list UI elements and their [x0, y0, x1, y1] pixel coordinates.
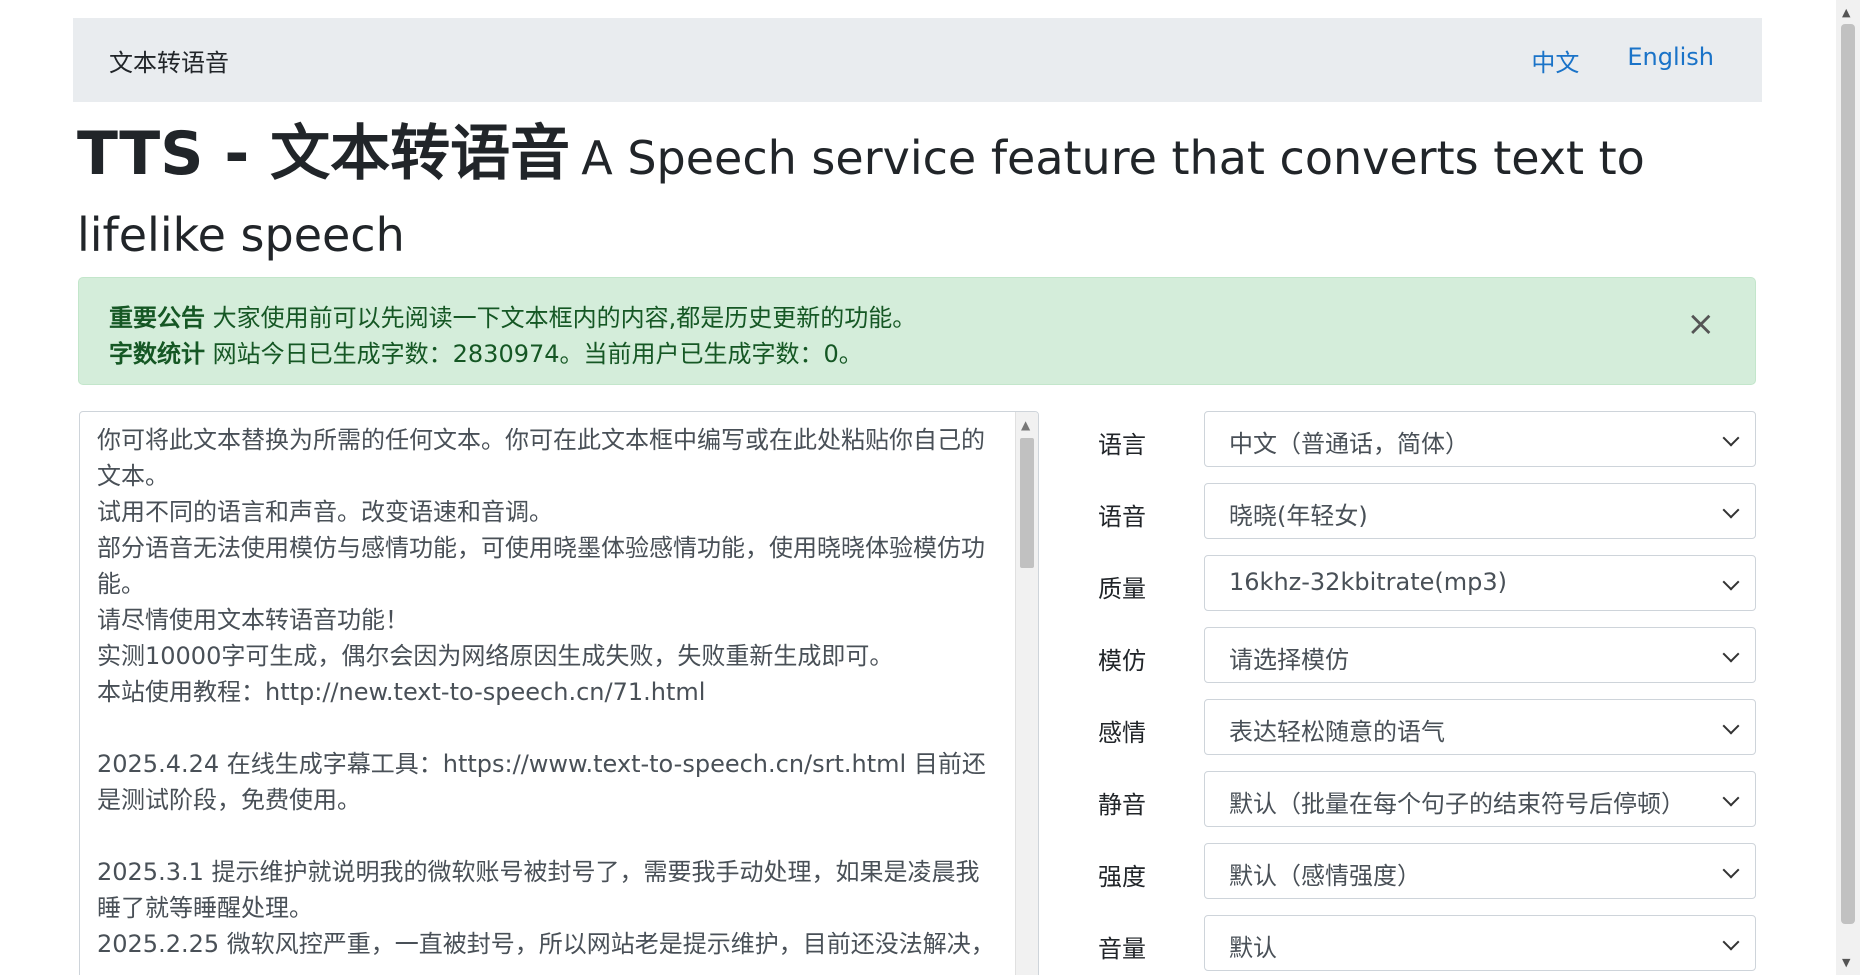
- style-select-value: 请选择模仿: [1229, 646, 1349, 674]
- textarea-scroll-thumb[interactable]: [1020, 438, 1034, 568]
- scroll-up-icon[interactable]: ▲: [1021, 418, 1030, 432]
- text-input-area[interactable]: 你可将此文本替换为所需的任何文本。你可在此文本框中编写或在此处粘贴你自己的文本。…: [79, 411, 1039, 975]
- language-select[interactable]: 中文（普通话，简体）: [1204, 411, 1756, 467]
- page-title-main: TTS - 文本转语音: [77, 119, 571, 189]
- quality-select[interactable]: 16khz-32kbitrate(mp3): [1204, 555, 1756, 611]
- chevron-down-icon: [1722, 645, 1740, 663]
- style-label: 模仿: [1098, 647, 1146, 675]
- chevron-down-icon: [1722, 861, 1740, 879]
- form-row-language: 语言 中文（普通话，简体）: [1098, 411, 1758, 469]
- emotion-select-value: 表达轻松随意的语气: [1229, 718, 1445, 746]
- chevron-down-icon: [1722, 789, 1740, 807]
- page-scrollbar[interactable]: ▲ ▼: [1836, 0, 1860, 975]
- volume-select[interactable]: 默认: [1204, 915, 1756, 971]
- emotion-select[interactable]: 表达轻松随意的语气: [1204, 699, 1756, 755]
- language-switcher: 中文 English: [1531, 43, 1714, 78]
- intensity-select[interactable]: 默认（感情强度）: [1204, 843, 1756, 899]
- form-row-volume: 音量 默认: [1098, 915, 1758, 973]
- style-select[interactable]: 请选择模仿: [1204, 627, 1756, 683]
- page: 文本转语音 中文 English TTS - 文本转语音 A Speech se…: [0, 0, 1860, 975]
- announcement-label: 重要公告: [109, 304, 205, 332]
- form-row-silence: 静音 默认（批量在每个句子的结束符号后停顿）: [1098, 771, 1758, 829]
- silence-label: 静音: [1098, 791, 1146, 819]
- page-scroll-thumb[interactable]: [1841, 24, 1855, 924]
- intensity-label: 强度: [1098, 863, 1146, 891]
- intensity-select-value: 默认（感情强度）: [1229, 862, 1421, 890]
- chevron-down-icon: [1722, 933, 1740, 951]
- form-row-emotion: 感情 表达轻松随意的语气: [1098, 699, 1758, 757]
- scroll-up-icon[interactable]: ▲: [1842, 6, 1850, 19]
- word-count-label: 字数统计: [109, 340, 205, 368]
- volume-select-value: 默认: [1229, 934, 1277, 962]
- text-input-value[interactable]: 你可将此文本替换为所需的任何文本。你可在此文本框中编写或在此处粘贴你自己的文本。…: [97, 422, 997, 962]
- announcement-text: 大家使用前可以先阅读一下文本框内的内容,都是历史更新的功能。: [212, 304, 917, 332]
- chevron-down-icon: [1722, 717, 1740, 735]
- navbar-brand[interactable]: 文本转语音: [109, 43, 229, 78]
- emotion-label: 感情: [1098, 719, 1146, 747]
- voice-label: 语音: [1098, 503, 1146, 531]
- chevron-down-icon: [1722, 501, 1740, 519]
- scroll-down-icon[interactable]: ▼: [1842, 956, 1850, 969]
- chevron-down-icon: [1722, 429, 1740, 447]
- silence-select[interactable]: 默认（批量在每个句子的结束符号后停顿）: [1204, 771, 1756, 827]
- page-title: TTS - 文本转语音 A Speech service feature tha…: [77, 118, 1777, 276]
- word-count-text: 网站今日已生成字数：2830974。当前用户已生成字数：0。: [212, 340, 863, 368]
- chevron-down-icon: [1722, 573, 1740, 591]
- language-select-value: 中文（普通话，简体）: [1229, 430, 1469, 458]
- quality-label: 质量: [1098, 575, 1146, 603]
- navbar: 文本转语音 中文 English: [73, 18, 1762, 102]
- voice-select-value: 晓晓(年轻女): [1229, 502, 1368, 530]
- textarea-scrollbar[interactable]: ▲: [1015, 412, 1038, 975]
- announcement-line: 重要公告 大家使用前可以先阅读一下文本框内的内容,都是历史更新的功能。: [109, 300, 1725, 336]
- nav-link-chinese[interactable]: 中文: [1531, 43, 1579, 78]
- volume-label: 音量: [1098, 935, 1146, 963]
- form-row-voice: 语音 晓晓(年轻女): [1098, 483, 1758, 541]
- close-icon[interactable]: ×: [1687, 304, 1716, 344]
- announcement-alert: 重要公告 大家使用前可以先阅读一下文本框内的内容,都是历史更新的功能。 字数统计…: [78, 277, 1756, 385]
- language-label: 语言: [1098, 431, 1146, 459]
- voice-select[interactable]: 晓晓(年轻女): [1204, 483, 1756, 539]
- quality-select-value: 16khz-32kbitrate(mp3): [1229, 568, 1508, 596]
- form-row-intensity: 强度 默认（感情强度）: [1098, 843, 1758, 901]
- nav-link-english[interactable]: English: [1627, 43, 1714, 78]
- silence-select-value: 默认（批量在每个句子的结束符号后停顿）: [1229, 790, 1685, 818]
- form-row-style: 模仿 请选择模仿: [1098, 627, 1758, 685]
- word-count-line: 字数统计 网站今日已生成字数：2830974。当前用户已生成字数：0。: [109, 336, 1725, 372]
- form-row-quality: 质量 16khz-32kbitrate(mp3): [1098, 555, 1758, 613]
